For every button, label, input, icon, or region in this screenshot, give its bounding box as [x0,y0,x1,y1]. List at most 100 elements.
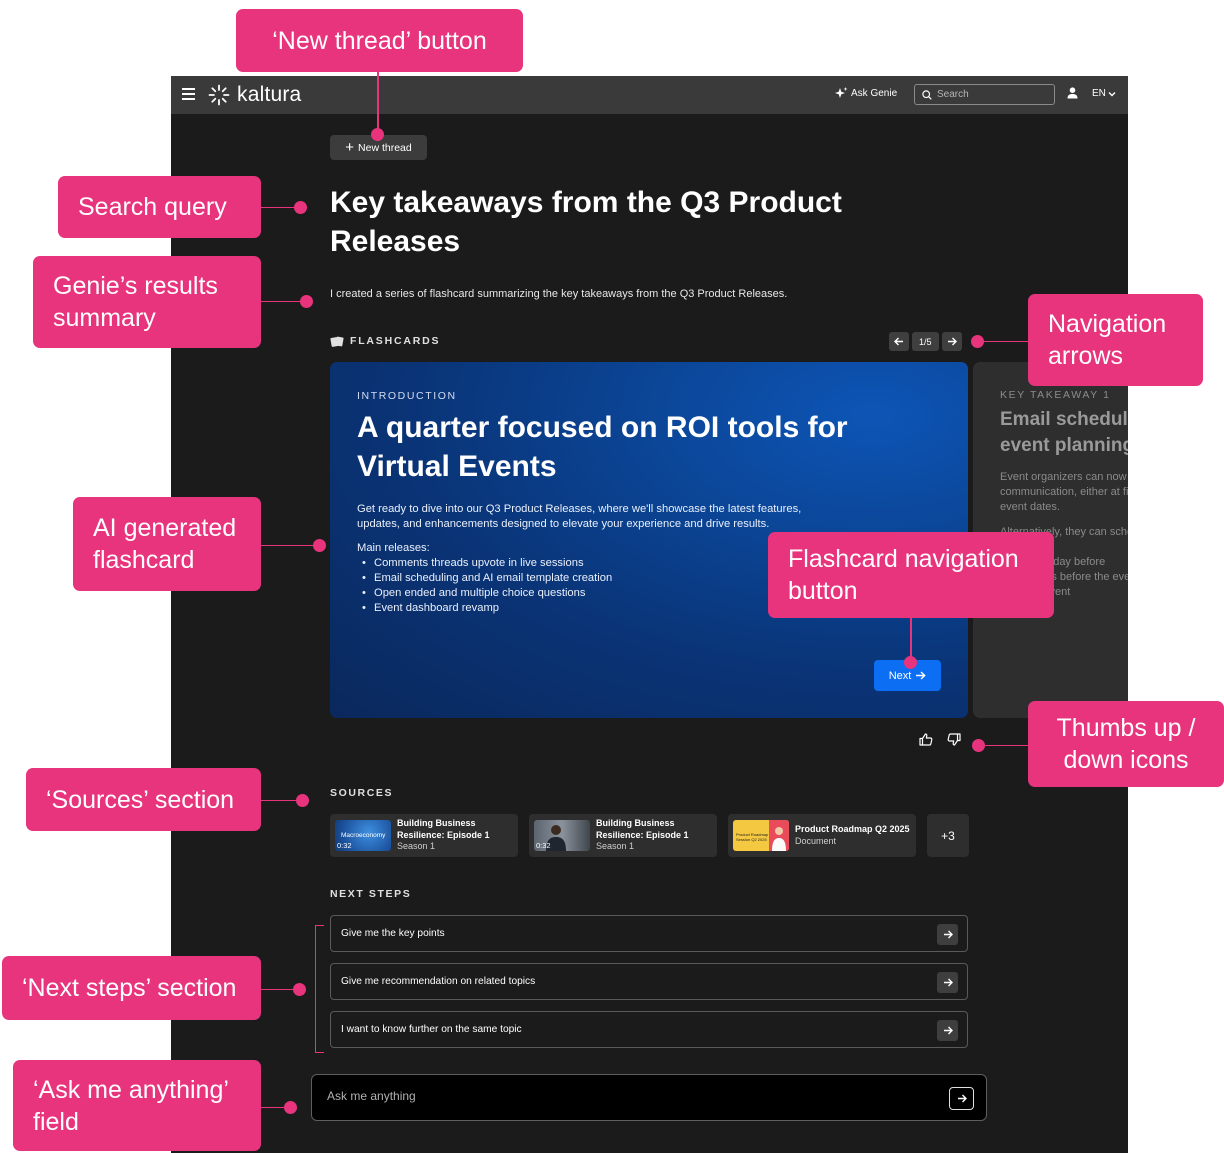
annotation-dot [313,539,326,552]
flashcard-page-indicator: 1/5 [912,332,939,351]
next-step-go-button[interactable] [937,1020,958,1041]
flashcards-label: FLASHCARDS [350,335,441,347]
source-title: Building Business Resilience: Episode 1 [596,818,689,840]
annotation-leader-line [982,745,1028,746]
annotation-dot [294,201,307,214]
hamburger-menu-icon[interactable] [182,88,195,100]
annotation-leader-line [910,618,912,660]
source-info: Building Business Resilience: Episode 1 … [397,818,492,853]
video-thumbnail: Macroeconomy 0:32 [335,820,391,851]
search-box[interactable] [914,84,1055,105]
annotation-dot [972,739,985,752]
thumbs-down-icon[interactable] [947,733,961,746]
next-step-item[interactable]: Give me the key points [330,915,968,952]
annotation-bracket [315,925,324,926]
top-bar: kaltura Ask Genie EN [171,76,1128,114]
next-step-label: I want to know further on the same topic [341,1024,522,1035]
arrow-right-icon [943,1026,953,1035]
annotation-next-steps: ‘Next steps’ section [2,956,261,1020]
annotation-dot [904,656,917,669]
annotation-search-query: Search query [58,176,261,238]
language-selector[interactable]: EN [1092,88,1116,99]
arrow-right-icon [943,930,953,939]
presenter-figure [769,820,789,851]
annotation-dot [371,128,384,141]
next-step-label: Give me the key points [341,928,445,939]
next-step-item[interactable]: Give me recommendation on related topics [330,963,968,1000]
flashcard-intro: Get ready to dive into our Q3 Product Re… [357,503,802,530]
annotation-flashcard-nav: Flashcard navigation button [768,532,1054,618]
annotation-results-summary: Genie’s results summary [33,256,261,348]
annotation-new-thread: ‘New thread’ button [236,9,523,72]
ask-input[interactable] [327,1089,887,1103]
source-title: Product Roadmap Q2 2025 [795,824,910,834]
next-arrow-button[interactable] [941,332,962,351]
user-icon[interactable] [1067,87,1078,99]
flashcard-title: Email scheduling as part of event planni… [1000,409,1128,456]
annotation-leader-line [261,800,301,801]
ask-genie-button[interactable]: Ask Genie [834,87,897,99]
arrow-right-icon [916,671,927,680]
flashcard-kicker: INTRODUCTION [357,390,457,402]
kaltura-logo[interactable]: kaltura [208,82,301,108]
previous-arrow-button[interactable] [889,332,909,351]
feedback-icons [919,733,961,746]
source-card[interactable]: Product Roadmap Session Q2 2025 Product … [728,814,916,857]
video-duration: 0:32 [536,841,551,850]
more-sources-button[interactable]: +3 [927,814,969,857]
logo-text: kaltura [237,83,302,106]
source-info: Building Business Resilience: Episode 1 … [596,818,691,853]
ask-send-button[interactable] [949,1087,974,1110]
arrow-left-icon [894,337,903,346]
next-label: Next [888,669,912,682]
annotation-leader-line [980,341,1028,342]
annotation-bracket [315,925,316,1053]
ask-me-anything-field[interactable] [311,1074,987,1121]
arrow-right-icon [943,978,953,987]
thumbnail-caption: Macroeconomy [341,832,386,839]
flashcard-paragraph: Event organizers can now schedule email … [1000,471,1128,513]
plus-icon: + [345,139,355,156]
next-step-go-button[interactable] [937,924,958,945]
annotation-dot [293,983,306,996]
annotation-sources: ‘Sources’ section [26,768,261,831]
annotation-thumbs: Thumbs up / down icons [1028,701,1224,787]
source-subtitle: Season 1 [596,841,635,852]
search-input[interactable] [937,89,1047,100]
video-thumbnail: 0:32 [534,820,590,851]
flashcard-navigation: 1/5 [889,332,962,351]
annotation-dot [971,335,984,348]
source-info: Product Roadmap Q2 2025 Document [795,824,910,847]
sparkle-icon [835,87,848,98]
source-card[interactable]: Macroeconomy 0:32 Building Business Resi… [330,814,518,857]
flashcards-icon [330,336,344,347]
language-label: EN [1092,88,1106,99]
thumbs-up-icon[interactable] [919,733,933,746]
sources-section-label: SOURCES [330,787,394,799]
annotation-leader-line [377,72,379,132]
annotation-dot [284,1101,297,1114]
thumbnail-caption: Product Roadmap Session Q2 2025 [736,832,769,842]
next-step-label: Give me recommendation on related topics [341,976,536,987]
flashcards-section-label: FLASHCARDS [330,335,440,347]
annotation-ask-field: ‘Ask me anything’ field [13,1060,261,1151]
next-steps-section-label: NEXT STEPS [330,888,412,900]
annotation-ai-flashcard: AI generated flashcard [73,497,261,591]
annotation-dot [300,295,313,308]
next-step-item[interactable]: I want to know further on the same topic [330,1011,968,1048]
annotation-bracket [315,1052,324,1053]
video-duration: 0:32 [337,841,352,850]
source-subtitle: Season 1 [397,841,436,852]
arrow-right-icon [947,337,957,346]
new-thread-label: New thread [358,141,412,154]
next-step-go-button[interactable] [937,972,958,993]
flashcard-kicker: KEY TAKEAWAY 1 [1000,389,1111,401]
annotation-leader-line [261,545,316,546]
source-title: Building Business Resilience: Episode 1 [397,818,490,840]
source-subtitle: Document [795,835,837,846]
source-card[interactable]: 0:32 Building Business Resilience: Episo… [529,814,717,857]
kaltura-logo-icon [208,84,230,106]
document-thumbnail: Product Roadmap Session Q2 2025 [733,820,789,851]
annotation-leader-line [261,989,296,990]
search-query-title: Key takeaways from the Q3 Product Releas… [330,186,842,258]
